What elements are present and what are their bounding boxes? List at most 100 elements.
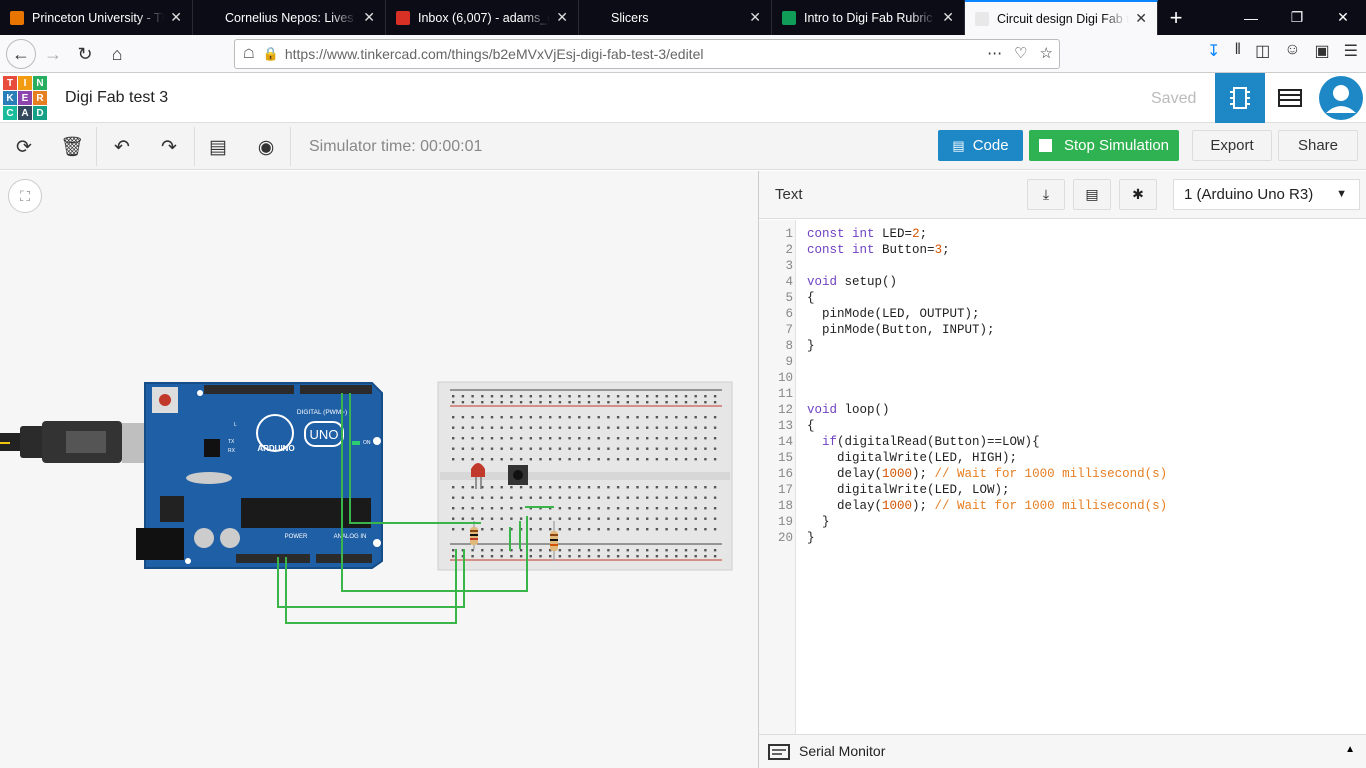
- home-icon[interactable]: ⌂: [102, 39, 132, 69]
- close-tab-icon[interactable]: ✕: [942, 9, 954, 26]
- code-line[interactable]: delay(1000); // Wait for 1000 millisecon…: [807, 466, 1167, 482]
- line-number: 6: [785, 307, 793, 321]
- close-tab-icon[interactable]: ✕: [749, 9, 761, 26]
- code-line[interactable]: }: [807, 338, 1167, 354]
- minimize-icon[interactable]: —: [1228, 0, 1274, 35]
- redo-icon[interactable]: ↷: [155, 133, 183, 161]
- more-icon[interactable]: ⋯: [987, 44, 1002, 62]
- extension-icon[interactable]: ▣: [1315, 41, 1330, 61]
- code-line[interactable]: [807, 258, 1167, 274]
- delete-icon[interactable]: 🗑: [58, 133, 86, 161]
- close-tab-icon[interactable]: ✕: [1135, 10, 1147, 27]
- code-line[interactable]: digitalWrite(LED, HIGH);: [807, 450, 1167, 466]
- visibility-icon[interactable]: ◉: [252, 133, 280, 161]
- code-line[interactable]: if(digitalRead(Button)==LOW){: [807, 434, 1167, 450]
- schematic-view-button[interactable]: [1265, 73, 1315, 123]
- library-icon[interactable]: ‖: [1234, 41, 1241, 61]
- browser-tab[interactable]: Intro to Digi Fab Rubric - ✕: [772, 0, 965, 35]
- library-icon: ▤: [1085, 186, 1099, 202]
- reload-icon[interactable]: ↻: [70, 39, 100, 69]
- url-text[interactable]: https://www.tinkercad.com/things/b2eMVxV…: [285, 46, 704, 62]
- code-line[interactable]: delay(1000); // Wait for 1000 millisecon…: [807, 498, 1167, 514]
- download-code-button[interactable]: ⤓: [1027, 179, 1065, 210]
- line-number: 7: [785, 323, 793, 337]
- browser-tab[interactable]: Princeton University - The ✕: [0, 0, 193, 35]
- code-line[interactable]: pinMode(LED, OUTPUT);: [807, 306, 1167, 322]
- power-label: POWER: [285, 534, 308, 540]
- code-line[interactable]: pinMode(Button, INPUT);: [807, 322, 1167, 338]
- logo-letter: C: [3, 106, 17, 120]
- code-panel-header: Text ⤓ ▤ ✱ 1 (Arduino Uno R3) ▼: [759, 171, 1366, 219]
- serial-monitor-bar[interactable]: Serial Monitor ▲: [759, 734, 1366, 768]
- close-tab-icon[interactable]: ✕: [170, 9, 182, 26]
- new-tab-button[interactable]: +: [1158, 0, 1194, 35]
- logo-letter: D: [33, 106, 47, 120]
- stop-simulation-button[interactable]: Stop Simulation: [1029, 130, 1179, 161]
- lock-icon[interactable]: 🔒: [263, 46, 279, 62]
- close-tab-icon[interactable]: ✕: [556, 9, 568, 26]
- line-number: 14: [777, 435, 793, 449]
- download-icon[interactable]: ↧: [1207, 41, 1220, 61]
- browser-tab[interactable]: Slicers ✕: [579, 0, 772, 35]
- line-number: 4: [785, 275, 793, 289]
- circuit-drawing: UNO ARDUINO DIGITAL (PWM~) POWER ANALOG …: [0, 381, 733, 624]
- debugger-button[interactable]: ✱: [1119, 179, 1157, 210]
- pocket-icon[interactable]: ♡: [1014, 44, 1027, 62]
- project-title[interactable]: Digi Fab test 3: [65, 89, 168, 107]
- forward-icon[interactable]: →: [38, 39, 68, 69]
- arduino-uno-board[interactable]: UNO ARDUINO DIGITAL (PWM~) POWER ANALOG …: [136, 382, 383, 569]
- code-line[interactable]: [807, 386, 1167, 402]
- user-avatar[interactable]: [1316, 73, 1366, 123]
- window-controls: — ❐ ✕: [1228, 0, 1366, 35]
- libraries-button[interactable]: ▤: [1073, 179, 1111, 210]
- export-button[interactable]: Export: [1192, 130, 1272, 161]
- logo-letter: E: [18, 91, 32, 105]
- rx-label: RX: [228, 448, 236, 454]
- url-bar[interactable]: ☖ 🔒 https://www.tinkercad.com/things/b2e…: [234, 39, 1060, 69]
- line-number: 18: [777, 499, 793, 513]
- code-editor[interactable]: const int LED=2; const int Button=3; void…: [807, 226, 1167, 546]
- bug-icon: ✱: [1132, 186, 1144, 202]
- code-line[interactable]: {: [807, 290, 1167, 306]
- close-tab-icon[interactable]: ✕: [363, 9, 375, 26]
- sidebar-icon[interactable]: ◫: [1255, 41, 1270, 61]
- bookmark-star-icon[interactable]: ☆: [1040, 44, 1053, 62]
- code-line[interactable]: const int LED=2;: [807, 226, 1167, 242]
- pushbutton[interactable]: [508, 465, 528, 485]
- code-button[interactable]: ▤ Code: [938, 130, 1023, 161]
- code-mode-select[interactable]: Text: [775, 186, 803, 203]
- browser-tab[interactable]: Cornelius Nepos: Lives of Em ✕: [193, 0, 386, 35]
- code-line[interactable]: [807, 354, 1167, 370]
- share-button[interactable]: Share: [1278, 130, 1358, 161]
- tab-favicon-icon: [589, 11, 603, 25]
- close-window-icon[interactable]: ✕: [1320, 0, 1366, 35]
- code-line[interactable]: digitalWrite(LED, LOW);: [807, 482, 1167, 498]
- notes-icon[interactable]: ▤: [204, 133, 232, 161]
- shield-icon[interactable]: ☖: [243, 46, 255, 62]
- menu-icon[interactable]: ☰: [1344, 41, 1358, 61]
- code-line[interactable]: void setup(): [807, 274, 1167, 290]
- tinkercad-header: TIN KER CAD Digi Fab test 3 Saved: [0, 73, 1366, 123]
- restore-icon[interactable]: ❐: [1274, 0, 1320, 35]
- circuit-canvas[interactable]: ⛶ UNO ARDUINO DIGITAL (PWM~) POWER ANALO…: [0, 171, 758, 768]
- browser-tab[interactable]: Circuit design Digi Fab te ✕: [965, 0, 1158, 35]
- tinkercad-logo[interactable]: TIN KER CAD: [3, 76, 47, 120]
- code-line[interactable]: }: [807, 530, 1167, 546]
- code-line[interactable]: void loop(): [807, 402, 1167, 418]
- board-brand-label: ARDUINO: [257, 444, 294, 453]
- browser-tab[interactable]: Inbox (6,007) - adams_da ✕: [386, 0, 579, 35]
- circuit-view-button[interactable]: [1215, 73, 1265, 123]
- code-line[interactable]: {: [807, 418, 1167, 434]
- back-icon[interactable]: ←: [6, 39, 36, 69]
- code-line[interactable]: const int Button=3;: [807, 242, 1167, 258]
- undo-icon[interactable]: ↶: [108, 133, 136, 161]
- account-icon[interactable]: ☺: [1284, 41, 1300, 61]
- code-line[interactable]: }: [807, 514, 1167, 530]
- simulator-time: Simulator time: 00:00:01: [309, 138, 483, 155]
- device-select[interactable]: 1 (Arduino Uno R3) ▼: [1173, 179, 1360, 210]
- rotate-icon[interactable]: ⟳: [10, 133, 38, 161]
- code-line[interactable]: [807, 370, 1167, 386]
- avatar-icon: [1319, 76, 1363, 120]
- chevron-up-icon[interactable]: ▲: [1345, 744, 1355, 755]
- component-list-icon: [1278, 89, 1302, 107]
